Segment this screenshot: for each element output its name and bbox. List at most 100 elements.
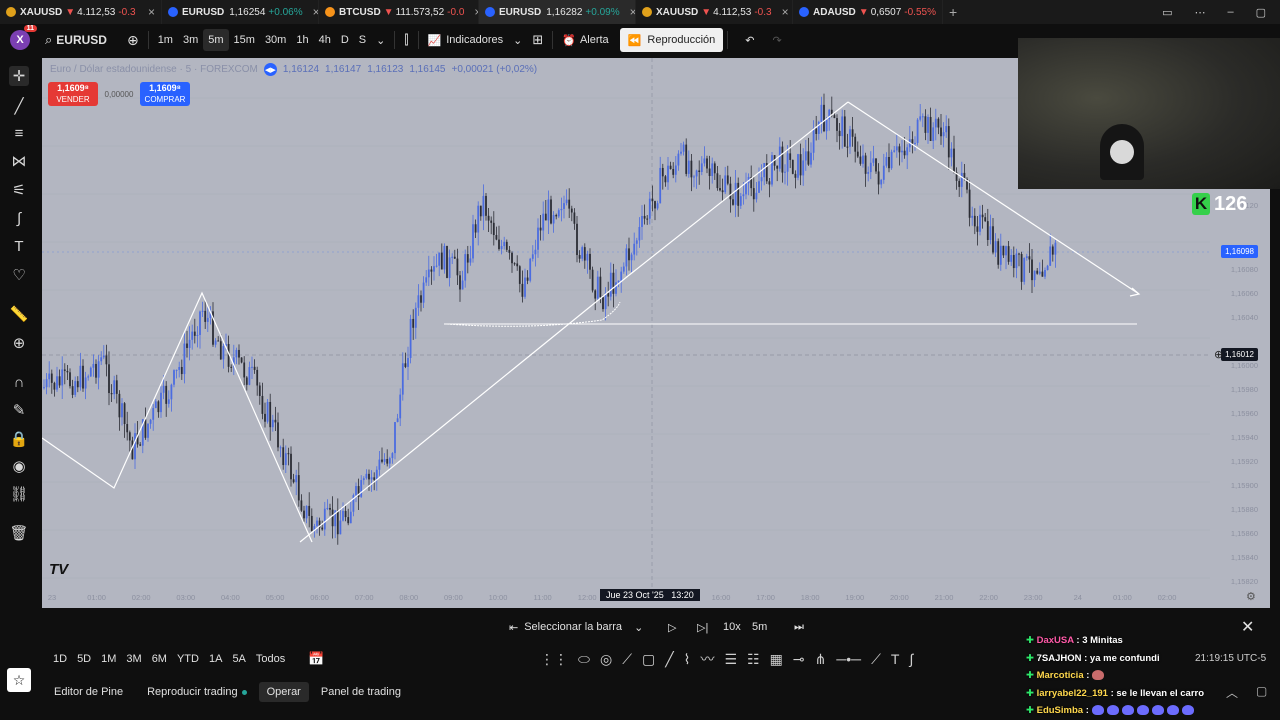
bottom-tab[interactable]: Operar [258, 682, 309, 702]
range-5D[interactable]: 5D [72, 653, 96, 665]
bottom-tab[interactable]: Editor de Pine [42, 686, 135, 698]
heart-icon[interactable]: ♡ [9, 265, 29, 285]
magnet-icon[interactable]: ∩ [9, 372, 29, 392]
horizontal-line-icon[interactable]: ─•─ [836, 651, 861, 667]
interval-3m[interactable]: 3m [178, 24, 203, 56]
trend-angle-icon[interactable]: ⟋ [871, 651, 881, 668]
interval-15m[interactable]: 15m [229, 24, 260, 56]
interval-5m[interactable]: 5m [203, 29, 229, 51]
select-bar-button[interactable]: ⇤ Seleccionar la barra ⌄ [509, 612, 643, 642]
new-tab-icon[interactable]: + [943, 0, 963, 24]
close-tab-icon[interactable]: × [144, 5, 155, 19]
candle-body [836, 118, 838, 131]
add-symbol-button[interactable]: ⊕ [122, 24, 144, 56]
channel-tool-icon[interactable]: ☷ [747, 651, 760, 668]
horizontal-ray-icon[interactable]: ⊸ [793, 651, 805, 668]
candle-body [1005, 246, 1007, 256]
range-6M[interactable]: 6M [147, 653, 172, 665]
ray-tool-icon[interactable]: ⟋ [622, 651, 632, 668]
goto-date-icon[interactable]: 📅 [308, 651, 324, 667]
symbol-tab[interactable]: EURUSD 1,16282 +0.09% × [479, 0, 636, 24]
minimize-icon[interactable]: – [1227, 6, 1233, 18]
maximize-icon[interactable]: ▢ [1256, 6, 1266, 19]
sell-button[interactable]: 1,1609⁸ VENDER [48, 82, 98, 106]
range-YTD[interactable]: YTD [172, 653, 204, 665]
symbol-tab[interactable]: XAUUSD ▼ 4.112,53 -0.3 × [636, 0, 793, 24]
crosshair-icon[interactable]: ✛ [9, 66, 29, 86]
undo-button[interactable]: ↶ [740, 24, 759, 56]
legend-toggle-icon[interactable]: ◀▶ [263, 63, 277, 76]
symbol-tab[interactable]: ADAUSD▼0,6507-0.55%× [793, 0, 943, 24]
favorites-star-button[interactable]: ☆ [7, 668, 31, 692]
pattern-icon[interactable]: ⋈ [9, 151, 29, 171]
pencil-lock-icon[interactable]: ✎ [9, 400, 29, 420]
range-Todos[interactable]: Todos [251, 653, 290, 665]
brush-icon[interactable]: ∫ [9, 208, 29, 228]
line-tool-icon[interactable]: ╱ [665, 651, 673, 668]
range-1M[interactable]: 1M [96, 653, 121, 665]
window-layout-icon[interactable]: ▭ [1162, 6, 1172, 19]
interval-30m[interactable]: 30m [260, 24, 291, 56]
symbol-tab[interactable]: XAUUSD ▼ 4.112,53 -0.3 × [0, 0, 162, 24]
more-icon[interactable]: ⋯ [1194, 6, 1205, 19]
ruler-icon[interactable]: 📏 [9, 304, 29, 324]
candle-body [490, 220, 493, 223]
pitchfork-icon[interactable]: ⋔ [815, 651, 827, 668]
candle-body [911, 139, 914, 144]
indicators-button[interactable]: 📈 Indicadores ⌄ [423, 24, 528, 56]
buy-button[interactable]: 1,1609⁸ COMPRAR [140, 82, 190, 106]
bottom-tab[interactable]: Reproducir trading [135, 686, 259, 698]
eye-icon[interactable]: ◉ [9, 456, 29, 476]
zoom-icon[interactable]: ⊕ [9, 333, 29, 353]
symbol-search[interactable]: ⌕ EURUSD [40, 24, 112, 56]
link-icon[interactable]: ⛓ [9, 484, 29, 504]
interval-4h[interactable]: 4h [314, 24, 336, 56]
grid-tool-icon[interactable]: ▦ [770, 651, 783, 668]
step-forward-button[interactable]: ▷| [697, 612, 708, 642]
range-1A[interactable]: 1A [204, 653, 227, 665]
chart-type-button[interactable]: ⫿ [399, 24, 413, 56]
range-3M[interactable]: 3M [121, 653, 146, 665]
fib-tool-icon[interactable]: ☰ [725, 651, 738, 668]
symbol-tab[interactable]: EURUSD 1,16254 +0.06% × [162, 0, 319, 24]
replay-button[interactable]: ⏪ Reproducción [619, 28, 724, 52]
ellipse-tool-icon[interactable]: ⬭ [578, 651, 590, 668]
lock-icon[interactable]: 🔒 [9, 429, 29, 449]
forecast-icon[interactable]: ⚟ [9, 180, 29, 200]
bottom-tab[interactable]: Panel de trading [309, 686, 413, 698]
text-icon[interactable]: T [9, 236, 29, 256]
play-button[interactable]: ▷ [668, 612, 676, 642]
interval-dropdown[interactable]: ⌄ [371, 24, 390, 56]
trendline-icon[interactable]: ╱ [9, 96, 29, 116]
polyline-tool-icon[interactable]: 〰 [701, 649, 715, 669]
close-tab-icon[interactable]: × [470, 5, 478, 19]
alert-button[interactable]: ⏰ Alerta [557, 24, 613, 56]
interval-S[interactable]: S [354, 24, 371, 56]
range-5A[interactable]: 5A [227, 653, 250, 665]
path-tool-icon[interactable]: ⌇ [684, 651, 691, 668]
interval-D[interactable]: D [336, 24, 354, 56]
symbol-tab[interactable]: BTCUSD▼111.573,52-0.0 × [319, 0, 479, 24]
range-1D[interactable]: 1D [48, 653, 72, 665]
rectangle-tool-icon[interactable]: ▢ [642, 651, 655, 668]
trash-icon[interactable]: 🗑 [9, 523, 29, 543]
interval-1h[interactable]: 1h [291, 24, 313, 56]
replay-interval[interactable]: 5m [752, 612, 767, 642]
close-tab-icon[interactable]: × [626, 5, 635, 19]
drag-handle-icon[interactable]: ⋮⋮ [540, 651, 568, 668]
settings-gear-icon[interactable]: ⚙ [1246, 590, 1256, 603]
jump-to-realtime-button[interactable]: ⏭ [794, 612, 804, 642]
text-tool-icon[interactable]: T [891, 651, 900, 667]
brush-tool-icon[interactable]: ∫ [909, 651, 913, 667]
templates-button[interactable]: ⊞ [527, 24, 548, 56]
interval-1m[interactable]: 1m [153, 24, 178, 56]
replay-speed[interactable]: 10x [723, 612, 741, 642]
horizontal-lines-icon[interactable]: ≡ [9, 123, 29, 143]
close-tab-icon[interactable]: × [309, 5, 318, 19]
redo-button[interactable]: ↷ [767, 24, 786, 56]
account-avatar[interactable]: X 11 [10, 25, 37, 50]
add-alert-icon[interactable]: ⊕ [1214, 348, 1223, 361]
close-tab-icon[interactable]: × [778, 5, 789, 19]
candle-body [763, 163, 766, 178]
circle-tool-icon[interactable]: ◎ [600, 651, 612, 668]
